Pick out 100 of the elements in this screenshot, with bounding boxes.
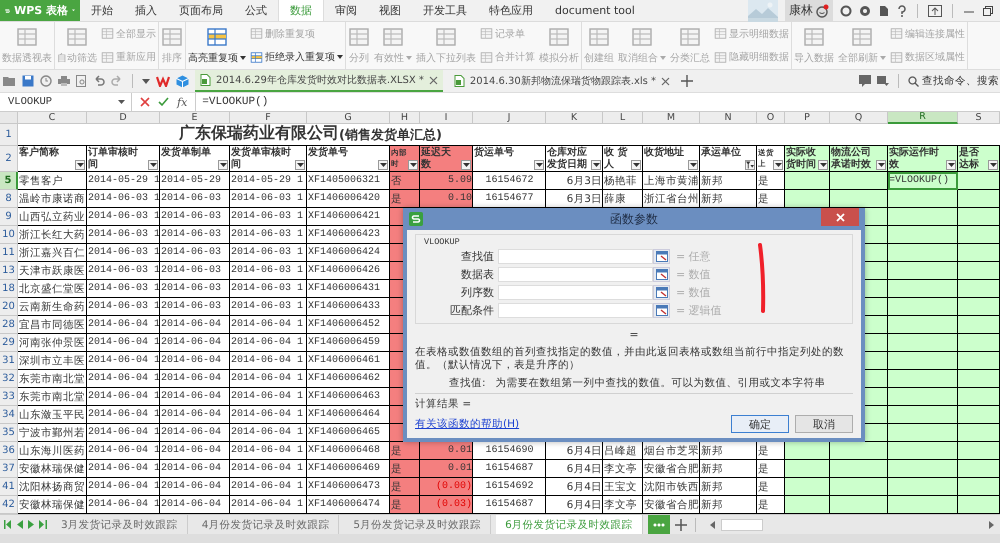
close-button[interactable] [821, 208, 859, 226]
column-letter[interactable]: S [958, 112, 1000, 124]
column-letter[interactable]: O [757, 112, 785, 124]
argument-field[interactable] [498, 303, 653, 318]
column-letter[interactable]: R [888, 112, 958, 124]
filter-dropdown[interactable] [988, 160, 998, 170]
row-number[interactable]: 18 [0, 280, 18, 298]
cube-icon[interactable] [176, 74, 189, 88]
next-sheet-icon[interactable] [28, 520, 34, 529]
menu-tab[interactable]: 审阅 [324, 0, 368, 21]
filter-list-icon[interactable] [877, 75, 889, 87]
row-number[interactable]: 29 [0, 334, 18, 352]
column-letter[interactable]: M [643, 112, 700, 124]
app-menu-button[interactable]: WPS 表格 [0, 0, 80, 21]
row-number[interactable]: 34 [0, 406, 18, 424]
row-number[interactable]: 10 [0, 226, 18, 244]
row-number[interactable]: 35 [0, 424, 18, 442]
column-letter[interactable]: J [473, 112, 546, 124]
preview-icon[interactable] [76, 75, 87, 87]
filter-dropdown[interactable] [631, 160, 641, 170]
comment-icon[interactable] [859, 75, 871, 87]
menu-tab[interactable]: 数据 [278, 0, 324, 21]
print-icon[interactable] [58, 75, 70, 87]
filter-dropdown[interactable] [148, 160, 158, 170]
filter-dropdown[interactable] [688, 160, 698, 170]
menu-tab[interactable]: 视图 [368, 0, 412, 21]
logo-icon[interactable] [156, 75, 170, 87]
add-tab-icon[interactable] [681, 75, 694, 87]
first-sheet-icon[interactable] [4, 520, 12, 529]
filter-dropdown[interactable] [461, 160, 471, 170]
menu-tab[interactable]: 页面布局 [168, 0, 234, 21]
document-tab[interactable]: 2014.6.30新邦物流保瑞货物跟踪表.xls * [448, 70, 676, 92]
filter-dropdown[interactable] [218, 160, 228, 170]
menu-tab[interactable]: 开发工具 [412, 0, 478, 21]
filter-dropdown[interactable] [876, 160, 886, 170]
range-select-button[interactable] [653, 249, 670, 264]
column-letter[interactable]: N [700, 112, 757, 124]
scrollbar-thumb[interactable] [720, 518, 763, 530]
row-number[interactable]: 11 [0, 244, 18, 262]
filter-dropdown[interactable] [295, 160, 305, 170]
close-icon[interactable] [661, 76, 670, 86]
row-number[interactable]: 37 [0, 460, 18, 478]
column-letter[interactable]: I [420, 112, 473, 124]
range-select-button[interactable] [653, 267, 670, 282]
row-number[interactable]: 5 [0, 172, 18, 190]
column-letter[interactable]: K [546, 112, 603, 124]
row-number[interactable]: 8 [0, 190, 18, 208]
dialog-button[interactable]: 确定 [731, 415, 789, 433]
column-letter[interactable]: L [603, 112, 643, 124]
filter-dropdown[interactable] [773, 160, 783, 170]
row-number[interactable]: 32 [0, 370, 18, 388]
filter-dropdown[interactable] [408, 160, 418, 170]
menu-tab[interactable]: 公式 [234, 0, 278, 21]
previous-sheet-icon[interactable] [17, 520, 23, 529]
filter-dropdown[interactable] [745, 160, 755, 170]
row-number[interactable]: 9 [0, 208, 18, 226]
filter-dropdown[interactable] [946, 160, 956, 170]
document-icon[interactable] [878, 4, 890, 16]
row-number[interactable]: 28 [0, 316, 18, 334]
column-letter[interactable]: C [18, 112, 87, 124]
caret-icon[interactable] [142, 78, 150, 84]
column-letter[interactable]: D [87, 112, 160, 124]
row-number[interactable]: 42 [0, 496, 18, 514]
row-number[interactable]: 36 [0, 442, 18, 460]
row-number[interactable]: 20 [0, 298, 18, 316]
confirm-icon[interactable] [158, 97, 169, 107]
row-number[interactable]: 2 [0, 146, 18, 172]
ribbon-button[interactable]: 高亮重复项 [186, 26, 248, 65]
more-sheets-button[interactable] [648, 515, 670, 534]
collapse-ribbon-icon[interactable] [928, 4, 942, 16]
save-icon[interactable] [22, 75, 34, 87]
filter-dropdown[interactable] [534, 160, 544, 170]
folder-icon[interactable] [3, 75, 16, 87]
clock-icon[interactable] [40, 75, 52, 87]
column-letter[interactable]: Q [830, 112, 888, 124]
column-letter[interactable]: E [160, 112, 230, 124]
filter-dropdown[interactable] [591, 160, 601, 170]
column-letter[interactable]: H [390, 112, 420, 124]
help-link[interactable]: 有关该函数的帮助(H) [415, 417, 520, 431]
row-number[interactable]: 13 [0, 262, 18, 280]
menu-tab[interactable]: 开始 [80, 0, 124, 21]
column-letter[interactable]: G [307, 112, 390, 124]
row-number[interactable]: 33 [0, 388, 18, 406]
cancel-icon[interactable] [140, 97, 150, 107]
menu-tab[interactable]: 插入 [124, 0, 168, 21]
ribbon-button[interactable]: 拒绝录入重复项 [248, 50, 345, 64]
column-letter[interactable]: P [785, 112, 830, 124]
dialog-button[interactable]: 取消 [795, 415, 853, 433]
filter-dropdown[interactable] [818, 160, 828, 170]
sheet-tab[interactable]: 6月份发货记录及时效跟踪 [496, 515, 643, 534]
menu-tab[interactable]: document tool [544, 0, 646, 21]
close-icon[interactable] [428, 76, 438, 84]
last-sheet-icon[interactable] [39, 520, 47, 529]
filter-dropdown[interactable] [75, 160, 85, 170]
help-icon[interactable] [897, 4, 907, 16]
argument-field[interactable] [498, 267, 653, 282]
add-sheet-icon[interactable] [674, 518, 687, 530]
filter-dropdown[interactable] [378, 160, 388, 170]
undo-icon[interactable] [93, 75, 105, 87]
range-select-button[interactable] [653, 285, 670, 300]
